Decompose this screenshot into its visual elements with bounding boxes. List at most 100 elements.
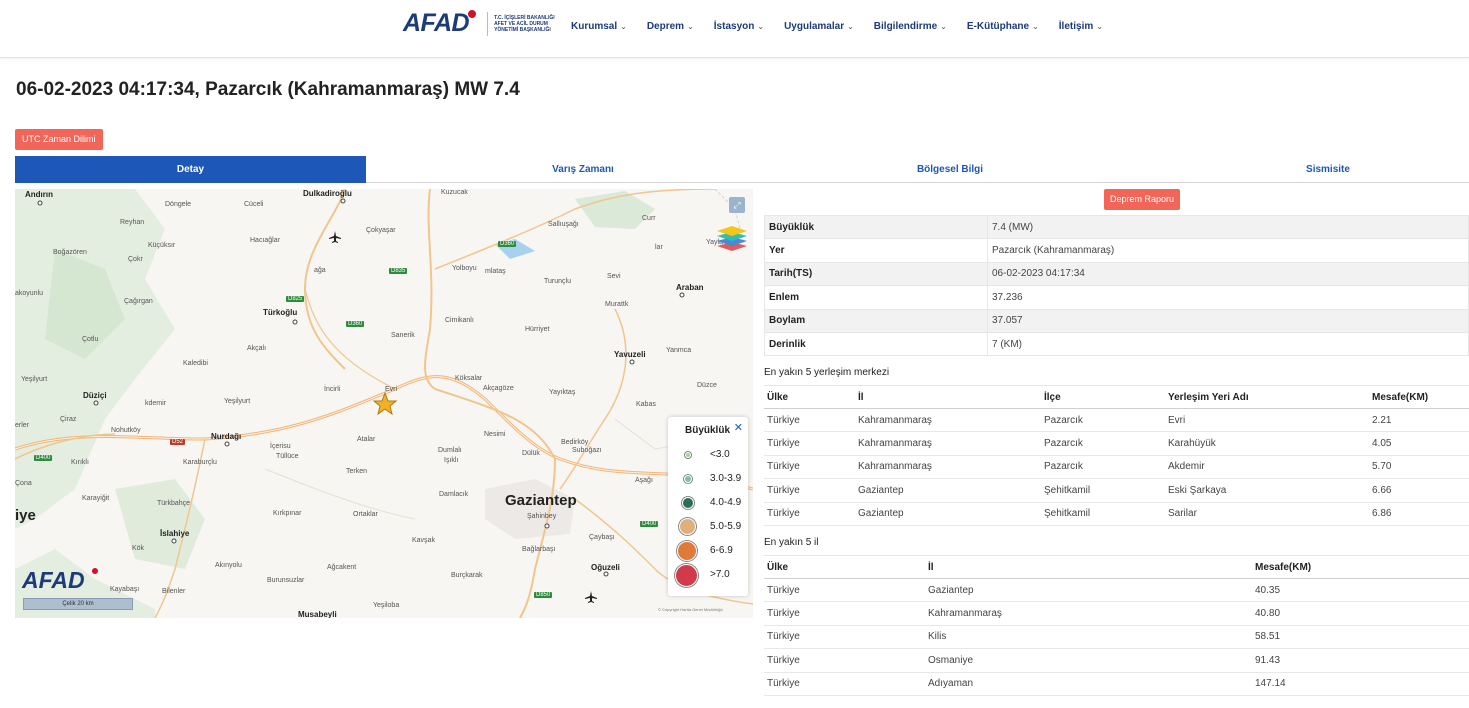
map-label: lar [655, 244, 663, 251]
table-cell: Türkiye [764, 502, 855, 526]
tab-bolgesel-bilgi[interactable]: Bölgesel Bilgi [851, 156, 1049, 183]
epicenter-star-icon[interactable] [373, 392, 397, 416]
table-cell: 147.14 [1252, 672, 1469, 696]
nav-uygulamalar[interactable]: Uygulamalar ⌄ [784, 21, 854, 32]
map-label: Kuzucak [441, 189, 468, 196]
legend-title: Büyüklük [685, 425, 731, 436]
legend-item: 4.0-4.9 [668, 495, 748, 515]
map-label: Kayabaşı [110, 586, 140, 593]
table-header-row: Ülke İl Mesafe(KM) [764, 555, 1469, 579]
info-row: Enlem 37.236 [764, 285, 1469, 310]
fullscreen-icon[interactable]: ⤢ [729, 197, 745, 213]
info-value: Pazarcık (Kahramanmaraş) [987, 238, 1469, 263]
map-label: Nesimi [484, 431, 506, 438]
earthquake-map[interactable]: Andırın Döngele Cüceli Dulkadiroğlu Kuzu… [15, 189, 753, 618]
map-label: Karayiğit [82, 495, 110, 502]
chevron-down-icon: ⌄ [757, 22, 765, 31]
legend-dot [677, 541, 697, 561]
layers-icon[interactable] [715, 223, 749, 253]
map-label: Kaledibi [183, 360, 208, 367]
table-cell: Türkiye [764, 478, 855, 503]
table-cell: Kahramanmaraş [925, 601, 1252, 626]
map-label: Kabas [636, 401, 656, 408]
map-label: Damlacık [439, 491, 469, 498]
table-cell: Karahüyük [1165, 431, 1369, 456]
table-cell: Osmaniye [925, 648, 1252, 673]
info-key: Yer [764, 238, 988, 263]
nearest-provinces-table: Ülke İl Mesafe(KM) Türkiye Gaziantep 40.35… [764, 555, 1469, 696]
table-cell: Türkiye [764, 672, 925, 696]
tab-varis-zamani[interactable]: Varış Zamanı [485, 156, 681, 183]
info-row: Boylam 37.057 [764, 308, 1469, 333]
road-badge: D400 [640, 521, 659, 527]
map-label: Ağcakent [327, 564, 357, 571]
map-label: Çokyaşar [366, 227, 396, 234]
column-header: İl [855, 385, 1041, 409]
map-label: Yolboyu [452, 265, 477, 272]
table-cell: 40.35 [1252, 578, 1469, 603]
map-logo-dot [92, 568, 98, 574]
nav-istasyon[interactable]: İstasyon ⌄ [714, 21, 764, 32]
map-label: Sevi [607, 273, 621, 280]
nav-e-kutuphane[interactable]: E-Kütüphane ⌄ [967, 21, 1039, 32]
map-label: Yavuzeli [614, 350, 646, 359]
nav-iletisim[interactable]: İletişim ⌄ [1059, 21, 1103, 32]
column-header: Yerleşim Yeri Adı [1165, 385, 1369, 409]
table-row: Türkiye Gaziantep Şehitkamil Sarilar 6.86 [764, 502, 1469, 526]
map-label: ağa [314, 267, 326, 274]
earthquake-report-button[interactable]: Deprem Raporu [1104, 189, 1181, 210]
map-label: Cimikanlı [445, 317, 474, 324]
info-key: Büyüklük [764, 214, 988, 240]
map-label: Yeşilyurt [224, 398, 251, 405]
map-label: Nurdağı [211, 432, 242, 441]
nav-label: E-Kütüphane [966, 21, 1030, 32]
info-key: Boylam [764, 308, 988, 333]
map-label: Akınyolu [215, 562, 242, 569]
map-label: Köksalar [455, 375, 483, 382]
info-row: Yer Pazarcık (Kahramanmaraş) [764, 238, 1469, 263]
map-label: Turunçlu [544, 278, 571, 285]
road-badge: D825 [286, 296, 305, 302]
close-icon[interactable]: ✕ [734, 421, 743, 434]
map-label: mlataş [485, 268, 506, 275]
map-label: Curr [642, 215, 656, 222]
afad-logo[interactable]: AFAD T.C. İÇİŞLERİ BAKANLIĞI AFET VE ACİ… [403, 9, 558, 38]
table-cell: Gaziantep [855, 478, 1041, 503]
table-cell: Akdemir [1165, 455, 1369, 480]
map-label: Akçagöze [483, 385, 514, 392]
column-header: Ülke [764, 555, 925, 579]
table-cell: Pazarcık [1041, 455, 1165, 480]
table-row: Türkiye Osmaniye 91.43 [764, 648, 1469, 673]
table-cell: Türkiye [764, 648, 925, 673]
map-label: Akçalı [247, 345, 267, 352]
earthquake-info-table: Büyüklük 7.4 (MW) Yer Pazarcık (Kahramanma… [764, 214, 1469, 357]
legend-item: >7.0 [668, 564, 748, 587]
detail-tabs: Detay Varış Zamanı Bölgesel Bilgi Sismis… [15, 156, 1469, 183]
table-row: Türkiye Kilis 58.51 [764, 625, 1469, 650]
map-label: kdemir [145, 400, 167, 407]
table-cell: Türkiye [764, 431, 855, 456]
info-key: Derinlik [764, 331, 988, 357]
utc-timezone-button[interactable]: UTC Zaman Dilimi [15, 129, 103, 150]
nav-kurumsal[interactable]: Kurumsal ⌄ [571, 21, 627, 32]
table-cell: Şehitkamil [1041, 478, 1165, 503]
map-label: Kırıklı [71, 459, 89, 466]
nav-label: Kurumsal [571, 21, 618, 32]
map-afad-logo: AFAD [22, 567, 85, 593]
tab-detay[interactable]: Detay [15, 156, 366, 183]
legend-dot [679, 518, 696, 535]
legend-label: 6-6.9 [710, 545, 733, 556]
legend-item: 6-6.9 [668, 541, 748, 563]
nav-deprem[interactable]: Deprem ⌄ [647, 21, 694, 32]
logo-text: AFAD [403, 9, 470, 37]
table-cell: Türkiye [764, 625, 925, 650]
tab-sismisite[interactable]: Sismisite [1230, 156, 1426, 183]
info-row: Tarih(TS) 06-02-2023 04:17:34 [764, 261, 1469, 287]
map-label: Oğuzeli [591, 563, 620, 572]
table-cell: 91.43 [1252, 648, 1469, 673]
map-label: İslahiye [160, 529, 190, 538]
page-title: 06-02-2023 04:17:34, Pazarcık (Kahramanm… [16, 79, 520, 100]
table-cell: Gaziantep [855, 502, 1041, 526]
map-label: Kavşak [412, 537, 435, 544]
nav-bilgilendirme[interactable]: Bilgilendirme ⌄ [874, 21, 947, 32]
